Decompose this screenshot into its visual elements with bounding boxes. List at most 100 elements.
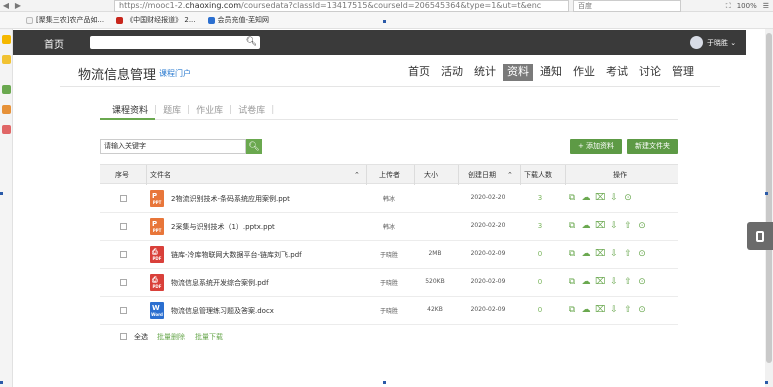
file-name-link[interactable]: 2物流识别技术-条码系统应用案例.ppt [171,194,290,204]
course-portal-link[interactable]: 课程门户 [159,68,191,79]
browser-search-box[interactable]: 百度 [573,0,681,12]
add-material-button[interactable]: + 添加资料 [570,139,622,154]
menu-icon[interactable]: ☰ [763,2,769,10]
batch-delete-link[interactable]: 批量删除 [157,332,185,342]
move-icon[interactable]: ⌧ [595,193,605,203]
more-down-icon[interactable]: ⊙ [623,193,633,203]
tab-exam-bank[interactable]: 试卷库 [234,103,269,116]
scrollbar-thumb[interactable] [766,33,772,363]
move-up-icon[interactable]: ⇧ [623,221,633,231]
more-down-icon[interactable]: ⊙ [637,305,647,315]
move-up-icon[interactable]: ⇧ [623,277,633,287]
more-down-icon[interactable]: ⊙ [637,221,647,231]
course-nav-stats[interactable]: 统计 [470,64,500,81]
download-icon[interactable]: ⇩ [609,193,619,203]
weibo-icon[interactable] [2,125,11,134]
cloud-upload-icon[interactable]: ☁ [581,221,591,231]
course-nav-homework[interactable]: 作业 [569,64,599,81]
download-icon[interactable]: ⇩ [609,305,619,315]
select-all-checkbox[interactable] [120,333,127,340]
tab-separator: | [187,104,191,115]
notes-icon[interactable] [2,55,11,64]
course-nav-home[interactable]: 首页 [404,64,434,81]
cloud-upload-icon[interactable]: ☁ [581,193,591,203]
vertical-scrollbar[interactable] [765,29,773,387]
favorites-icon[interactable] [2,35,11,44]
bookmark-label: 《中国财经报道》 2... [126,16,196,24]
file-name-link[interactable]: 物流信息系统开发综合案例.pdf [171,278,269,288]
sort-up-icon[interactable]: ⌃ [507,165,513,185]
keyword-search-button[interactable]: 🔍︎ [246,139,262,154]
copy-icon[interactable]: ⧉ [567,193,577,203]
download-icon[interactable]: ⇩ [609,221,619,231]
sort-up-icon[interactable]: ⌃ [354,165,360,185]
row-checkbox[interactable] [120,223,127,230]
keyword-search-input[interactable]: 请输入关键字 [100,139,246,154]
batch-download-link[interactable]: 批量下载 [195,332,223,342]
feedback-float-button[interactable] [747,222,773,250]
bookmark-item[interactable]: 会员充值-芜知网 [207,15,269,25]
tab-question-bank[interactable]: 题库 [159,103,185,116]
row-checkbox[interactable] [120,307,127,314]
user-menu[interactable]: 于晓胜 ⌄ [707,38,736,48]
tab-homework-bank[interactable]: 作业库 [192,103,227,116]
move-icon[interactable]: ⌧ [595,249,605,259]
search-icon[interactable]: 🔍︎ [246,37,257,47]
table-row: P PPT 2物流识别技术-条码系统应用案例.ppt 韩冰 2020-02-20 … [100,185,678,213]
row-checkbox[interactable] [120,251,127,258]
cloud-upload-icon[interactable]: ☁ [581,277,591,287]
download-icon[interactable]: ⇩ [609,249,619,259]
back-icon[interactable]: ◀ [0,0,12,12]
url-field[interactable]: https://mooc1-2.chaoxing.com/coursedata?… [114,0,569,12]
home-link[interactable]: 首页 [44,36,64,51]
copy-icon[interactable]: ⧉ [567,277,577,287]
download-icon[interactable]: ⇩ [609,277,619,287]
course-nav-notice[interactable]: 通知 [536,64,566,81]
course-nav-materials[interactable]: 资料 [503,64,533,81]
fullscreen-icon[interactable]: ⛶ [726,2,731,11]
new-folder-button[interactable]: 新建文件夹 [627,139,678,154]
material-tabs: 课程资料 | 题库 | 作业库 | 试卷库 | [108,103,276,117]
tab-course-materials[interactable]: 课程资料 [108,103,152,116]
print-icon[interactable] [2,85,11,94]
select-all-label[interactable]: 全选 [134,332,148,342]
tab-separator: | [229,104,233,115]
move-up-icon[interactable]: ⇧ [623,305,633,315]
bookmark-item[interactable]: 《中国财经报道》 2... [116,15,196,25]
avatar[interactable] [690,36,703,49]
copy-icon[interactable]: ⧉ [567,305,577,315]
col-created-date[interactable]: 创建日期 [468,165,496,185]
course-nav-discussion[interactable]: 讨论 [635,64,665,81]
file-name-link[interactable]: 物流信息管理练习题及答案.docx [171,306,274,316]
move-icon[interactable]: ⌧ [595,221,605,231]
url-rest: /coursedata?classId=13417515&courseId=20… [241,0,542,10]
col-uploader: 上传者 [379,171,400,179]
col-downloads: 下载人数 [524,171,552,179]
file-name-link[interactable]: 链库-冷库物联网大数据平台-链库刘飞.pdf [171,250,302,260]
file-name-link[interactable]: 2采集与识别技术（1）.pptx.ppt [171,222,275,232]
cloud-upload-icon[interactable]: ☁ [581,305,591,315]
move-icon[interactable]: ⌧ [595,305,605,315]
move-icon[interactable]: ⌧ [595,277,605,287]
rss-icon[interactable] [2,105,11,114]
row-checkbox[interactable] [120,195,127,202]
table-header: 序号 文件名 ⌃ 上传者 大小 创建日期 ⌃ 下载人数 操作 [100,164,678,185]
more-down-icon[interactable]: ⊙ [637,249,647,259]
zoom-level[interactable]: 100% [737,2,757,10]
user-name: 于晓胜 [707,39,728,47]
created-date: 2020-02-09 [470,250,506,257]
forward-icon[interactable]: ▶ [12,0,24,12]
copy-icon[interactable]: ⧉ [567,249,577,259]
course-nav-activity[interactable]: 活动 [437,64,467,81]
bookmark-item[interactable]: [聚集三农]农产品如... [26,15,104,25]
cloud-upload-icon[interactable]: ☁ [581,249,591,259]
site-search-input[interactable]: 🔍︎ [90,36,260,49]
course-nav-exam[interactable]: 考试 [602,64,632,81]
move-up-icon[interactable]: ⇧ [623,249,633,259]
more-down-icon[interactable]: ⊙ [637,277,647,287]
course-nav-manage[interactable]: 管理 [668,64,698,81]
copy-icon[interactable]: ⧉ [567,221,577,231]
row-checkbox[interactable] [120,279,127,286]
col-filename[interactable]: 文件名 [150,165,171,185]
browser-tools: ⛶ 100% ☰ [726,0,769,12]
